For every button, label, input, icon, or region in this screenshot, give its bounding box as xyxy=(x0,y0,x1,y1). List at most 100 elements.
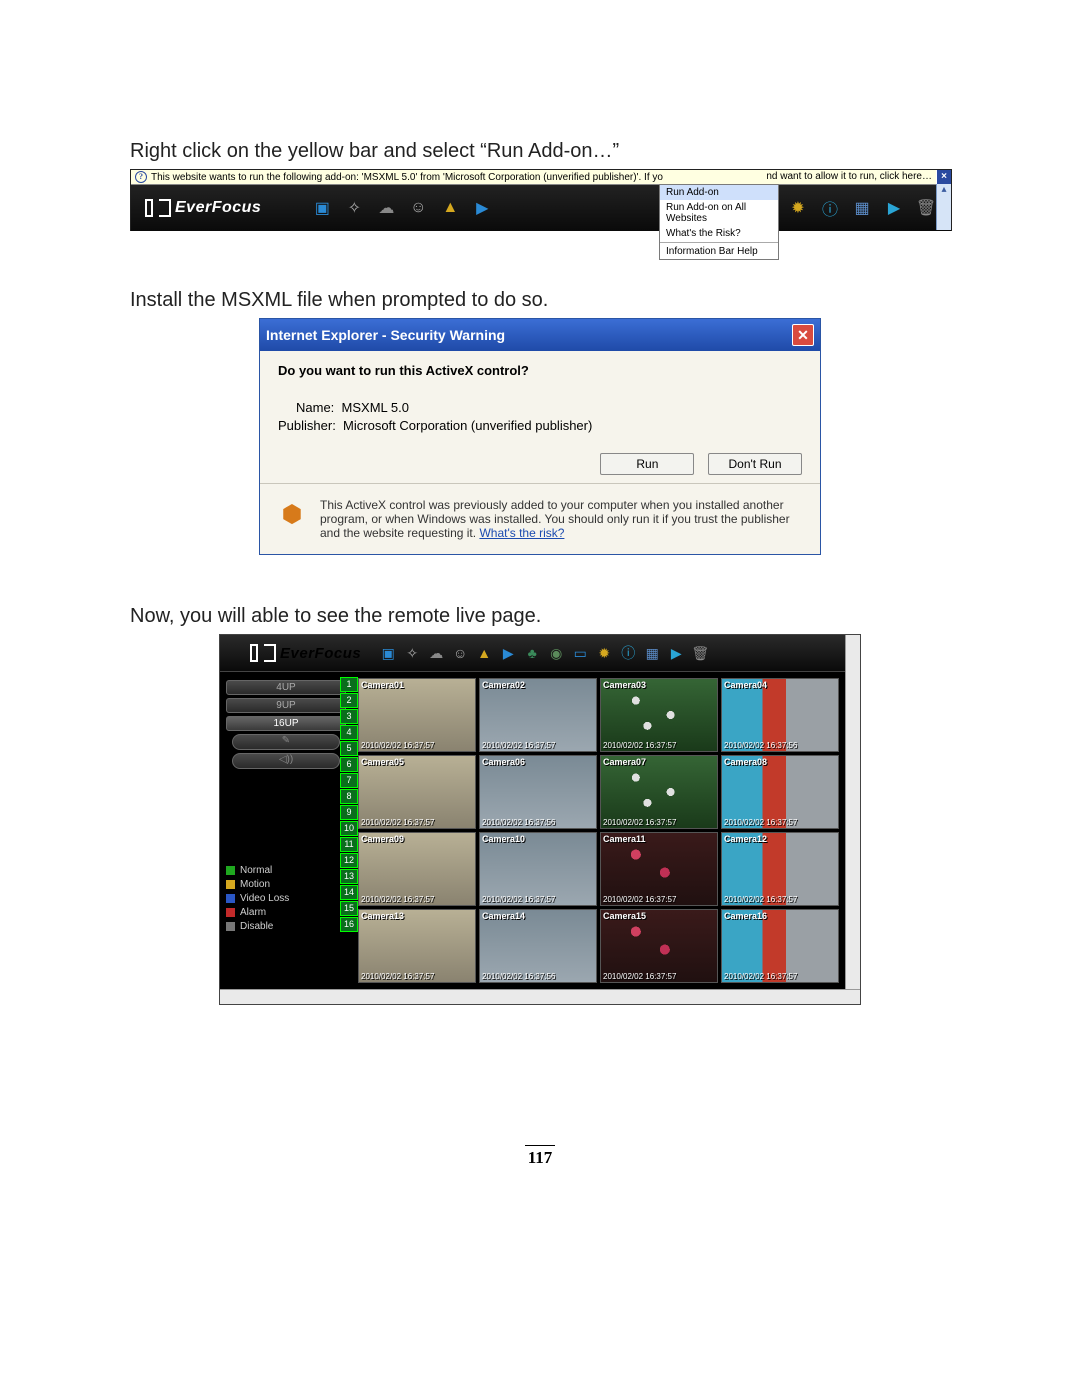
ptz-icon[interactable]: ✧ xyxy=(343,197,365,219)
trash-icon[interactable]: 🗑 xyxy=(691,644,709,662)
search-icon[interactable]: ▶ xyxy=(883,197,905,219)
close-icon[interactable]: × xyxy=(936,170,951,184)
camera-tile[interactable]: Camera082010/02/02 16:37:57 xyxy=(721,755,839,829)
mic-icon[interactable]: ✎ xyxy=(232,734,340,750)
infobar-text-right: nd want to allow it to run, click here… xyxy=(762,170,936,184)
whats-the-risk-link[interactable]: What's the risk? xyxy=(479,526,564,540)
camera-tile[interactable]: Camera132010/02/02 16:37:57 xyxy=(358,909,476,983)
network-icon[interactable]: ♣ xyxy=(523,644,541,662)
channel-16-button[interactable]: 16 xyxy=(340,917,358,932)
camera-icon[interactable]: ▣ xyxy=(311,197,333,219)
channel-4-button[interactable]: 4 xyxy=(340,725,358,740)
menu-run-addon[interactable]: Run Add-on xyxy=(660,185,778,200)
ptz-icon[interactable]: ✧ xyxy=(403,644,421,662)
dont-run-button[interactable]: Don't Run xyxy=(708,453,802,475)
scrollbar[interactable] xyxy=(845,635,860,989)
info-icon[interactable]: ⓘ xyxy=(619,644,637,662)
camera-tile[interactable]: Camera142010/02/02 16:37:56 xyxy=(479,909,597,983)
channel-6-button[interactable]: 6 xyxy=(340,757,358,772)
camera-tile[interactable]: Camera042010/02/02 16:37:56 xyxy=(721,678,839,752)
channel-5-button[interactable]: 5 xyxy=(340,741,358,756)
scrollbar[interactable] xyxy=(220,989,860,1004)
channel-15-button[interactable]: 15 xyxy=(340,901,358,916)
channel-14-button[interactable]: 14 xyxy=(340,885,358,900)
bell-icon[interactable]: ▲ xyxy=(439,197,461,219)
channel-1-button[interactable]: 1 xyxy=(340,677,358,692)
channel-2-button[interactable]: 2 xyxy=(340,693,358,708)
cloud-icon[interactable]: ☁ xyxy=(375,197,397,219)
legend-video-loss: Video Loss xyxy=(226,893,346,904)
close-icon[interactable]: ✕ xyxy=(792,324,814,346)
legend-alarm: Alarm xyxy=(226,907,346,918)
channel-9-button[interactable]: 9 xyxy=(340,805,358,820)
info-icon[interactable]: ⓘ xyxy=(819,197,841,219)
run-button[interactable]: Run xyxy=(600,453,694,475)
layout-icon[interactable]: ▦ xyxy=(643,644,661,662)
dialog-question: Do you want to run this ActiveX control? xyxy=(278,363,802,378)
camera-tile[interactable]: Camera162010/02/02 16:37:57 xyxy=(721,909,839,983)
camera-tile[interactable]: Camera012010/02/02 16:37:57 xyxy=(358,678,476,752)
camera-tile[interactable]: Camera022010/02/02 16:37:57 xyxy=(479,678,597,752)
user-icon[interactable]: ☺ xyxy=(451,644,469,662)
gear-icon[interactable]: ✹ xyxy=(787,197,809,219)
camera-tile[interactable]: Camera102010/02/02 16:37:57 xyxy=(479,832,597,906)
instruction-3: Now, you will able to see the remote liv… xyxy=(130,605,950,628)
instruction-1: Right click on the yellow bar and select… xyxy=(130,140,950,163)
channel-3-button[interactable]: 3 xyxy=(340,709,358,724)
scrollbar[interactable]: ▴ xyxy=(936,184,951,230)
monitor-icon[interactable]: ▭ xyxy=(571,644,589,662)
name-value: MSXML 5.0 xyxy=(342,400,409,415)
record-icon[interactable]: ▶ xyxy=(471,197,493,219)
globe-icon[interactable]: ◉ xyxy=(547,644,565,662)
screenshot-ie-bar: ? This website wants to run the followin… xyxy=(130,169,952,231)
channel-7-button[interactable]: 7 xyxy=(340,773,358,788)
menu-run-all[interactable]: Run Add-on on All Websites xyxy=(660,200,778,226)
menu-infobar-help[interactable]: Information Bar Help xyxy=(660,244,778,259)
camera-tile[interactable]: Camera072010/02/02 16:37:57 xyxy=(600,755,718,829)
channel-8-button[interactable]: 8 xyxy=(340,789,358,804)
camera-grid: Camera012010/02/02 16:37:57Camera022010/… xyxy=(352,672,845,989)
publisher-value: Microsoft Corporation (unverified publis… xyxy=(343,418,592,433)
camera-tile[interactable]: Camera062010/02/02 16:37:56 xyxy=(479,755,597,829)
user-icon[interactable]: ☺ xyxy=(407,197,429,219)
camera-tile[interactable]: Camera112010/02/02 16:37:57 xyxy=(600,832,718,906)
camera-tile[interactable]: Camera052010/02/02 16:37:57 xyxy=(358,755,476,829)
legend-normal: Normal xyxy=(226,865,346,876)
view-16up-button[interactable]: 16UP xyxy=(226,716,346,731)
cloud-icon[interactable]: ☁ xyxy=(427,644,445,662)
everfocus-toolbar: EverFocus ▣ ✧ ☁ ☺ ▲ ▶ ♣ ◉ ▭ ✹ ⓘ ▦ ▶ 🗑 xyxy=(220,635,845,672)
camera-tile[interactable]: Camera152010/02/02 16:37:57 xyxy=(600,909,718,983)
channel-10-button[interactable]: 10 xyxy=(340,821,358,836)
camera-tile[interactable]: Camera092010/02/02 16:37:57 xyxy=(358,832,476,906)
camera-icon[interactable]: ▣ xyxy=(379,644,397,662)
everfocus-toolbar: EverFocus ▣ ✧ ☁ ☺ ▲ ▶ ✹ ⓘ ▦ ▶ 🗑 xyxy=(131,185,951,231)
dialog-warning-text: This ActiveX control was previously adde… xyxy=(320,498,802,540)
name-label: Name: xyxy=(296,400,334,415)
view-4up-button[interactable]: 4UP xyxy=(226,680,346,695)
dialog-title: Internet Explorer - Security Warning xyxy=(266,327,505,343)
trash-icon[interactable]: 🗑 xyxy=(915,197,937,219)
screenshot-live-page: EverFocus ▣ ✧ ☁ ☺ ▲ ▶ ♣ ◉ ▭ ✹ ⓘ ▦ ▶ 🗑 4U… xyxy=(219,634,861,1005)
channel-13-button[interactable]: 13 xyxy=(340,869,358,884)
everfocus-logo: EverFocus xyxy=(145,199,261,217)
view-9up-button[interactable]: 9UP xyxy=(226,698,346,713)
publisher-label: Publisher: xyxy=(278,418,336,433)
record-icon[interactable]: ▶ xyxy=(499,644,517,662)
layout-icon[interactable]: ▦ xyxy=(851,197,873,219)
security-warning-dialog: Internet Explorer - Security Warning ✕ D… xyxy=(259,318,821,555)
legend-motion: Motion xyxy=(226,879,346,890)
dialog-titlebar: Internet Explorer - Security Warning ✕ xyxy=(260,319,820,351)
bell-icon[interactable]: ▲ xyxy=(475,644,493,662)
channel-11-button[interactable]: 11 xyxy=(340,837,358,852)
search-icon[interactable]: ▶ xyxy=(667,644,685,662)
instruction-2: Install the MSXML file when prompted to … xyxy=(130,289,950,312)
gear-icon[interactable]: ✹ xyxy=(595,644,613,662)
camera-tile[interactable]: Camera032010/02/02 16:37:57 xyxy=(600,678,718,752)
page-number: 117 xyxy=(130,1145,950,1168)
info-icon: ? xyxy=(135,171,147,183)
channel-12-button[interactable]: 12 xyxy=(340,853,358,868)
menu-whats-risk[interactable]: What's the Risk? xyxy=(660,226,778,241)
audio-icon[interactable]: ◁)) xyxy=(232,753,340,769)
camera-tile[interactable]: Camera122010/02/02 16:37:57 xyxy=(721,832,839,906)
everfocus-logo: EverFocus xyxy=(250,644,361,662)
